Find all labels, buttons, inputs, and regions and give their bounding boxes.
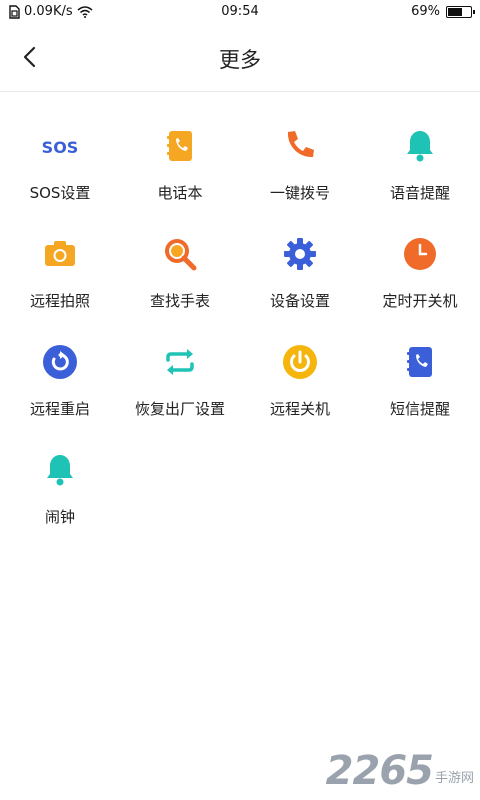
feature-sos-settings[interactable]: SOS SOS设置 [0,116,120,212]
search-icon [165,239,197,271]
back-button[interactable] [14,42,44,72]
feature-label: 语音提醒 [389,184,450,202]
battery-icon [446,5,475,18]
battery-fill [448,7,463,16]
feature-label: SOS设置 [29,184,91,202]
feature-remote-restart[interactable]: 远程重启 [0,332,120,428]
feature-label: 设备设置 [269,292,330,310]
bell-icon [407,131,433,162]
svg-text:SOS: SOS [42,138,78,157]
reset-arrows-icon [166,349,194,375]
feature-label: 电话本 [157,184,203,202]
clock-icon [404,238,436,270]
phone-icon [287,131,314,158]
sos-icon: SOS [42,138,78,157]
sms-phonebook-icon [407,347,432,377]
feature-label: 远程重启 [29,400,90,418]
feature-remote-shutdown[interactable]: 远程关机 [240,332,360,428]
camera-icon [45,241,75,266]
feature-find-watch[interactable]: 查找手表 [120,224,240,320]
battery-percent: 69% [411,4,440,19]
feature-one-key-dial[interactable]: 一键拨号 [240,116,360,212]
page-title: 更多 [219,48,261,72]
feature-label: 远程拍照 [29,292,90,310]
gear-icon [284,238,316,270]
feature-label: 定时开关机 [382,292,458,310]
feature-remote-photo[interactable]: 远程拍照 [0,224,120,320]
feature-label: 一键拨号 [269,184,330,202]
feature-device-settings[interactable]: 设备设置 [240,224,360,320]
feature-voice-reminder[interactable]: 语音提醒 [360,116,480,212]
feature-factory-reset[interactable]: 恢复出厂设置 [120,332,240,428]
feature-phonebook[interactable]: 电话本 [120,116,240,212]
alarm-bell-icon [47,455,73,486]
chevron-left-icon [23,46,36,68]
feature-alarm[interactable]: 闹钟 [0,440,120,536]
restart-icon [43,345,77,379]
status-right: 69% [411,4,475,19]
status-time: 09:54 [221,4,259,19]
feature-label: 远程关机 [269,400,330,418]
feature-label: 查找手表 [149,292,210,310]
phonebook-icon [167,131,192,161]
watermark-text: 手游网 [434,771,474,786]
title-bar: 更多 [0,24,480,92]
feature-timed-power[interactable]: 定时开关机 [360,224,480,320]
feature-label: 短信提醒 [389,400,450,418]
watermark-logo: 2265 手游网 [326,748,474,794]
power-icon [283,345,317,379]
feature-label: 恢复出厂设置 [134,400,225,418]
feature-sms-reminder[interactable]: 短信提醒 [360,332,480,428]
status-bar: 0.09K/s 09:54 69% [0,0,480,24]
watermark-number: 2265 [325,748,434,794]
feature-label: 闹钟 [44,508,75,526]
